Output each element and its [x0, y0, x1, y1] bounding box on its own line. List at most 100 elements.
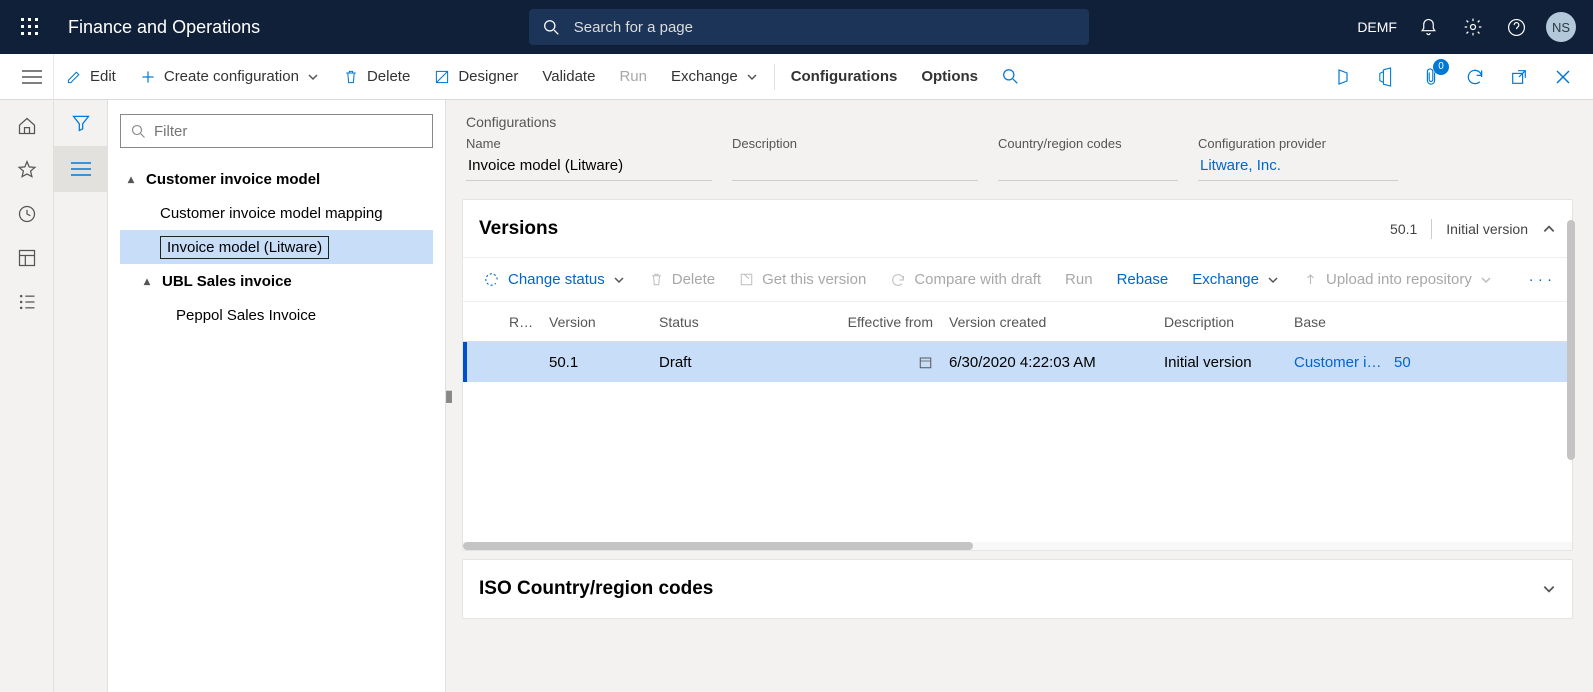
chevron-down-icon	[613, 274, 625, 286]
col-created[interactable]: Version created	[943, 314, 1158, 330]
delete-label: Delete	[367, 68, 410, 85]
create-configuration-button[interactable]: Create configuration	[128, 54, 331, 100]
separator	[1431, 219, 1432, 239]
home-icon[interactable]	[7, 106, 47, 146]
header-fields: Name Invoice model (Litware) Description…	[462, 136, 1573, 191]
avatar-initials: NS	[1546, 12, 1576, 42]
tree-item[interactable]: Peppol Sales Invoice	[120, 298, 433, 332]
description-value[interactable]	[732, 153, 978, 181]
favorite-icon[interactable]	[7, 150, 47, 190]
tree-item[interactable]: ▴UBL Sales invoice	[120, 264, 433, 298]
filter-pane-icon[interactable]	[54, 100, 108, 146]
gear-icon[interactable]	[1453, 7, 1493, 47]
topbar: Finance and Operations DEMF NS	[0, 0, 1593, 54]
rebase-button[interactable]: Rebase	[1107, 260, 1179, 300]
col-re[interactable]: Re...	[503, 314, 543, 330]
refresh-icon[interactable]	[1455, 57, 1495, 97]
country-label: Country/region codes	[998, 136, 1178, 151]
filter-input[interactable]	[154, 123, 422, 140]
country-value[interactable]	[998, 153, 1178, 181]
configurations-tab[interactable]: Configurations	[779, 54, 910, 100]
search-icon	[131, 124, 146, 139]
find-button[interactable]	[990, 54, 1031, 100]
more-icon[interactable]: · · ·	[1519, 271, 1562, 288]
col-version[interactable]: Version	[543, 314, 653, 330]
versions-card: Versions 50.1 Initial version Change sta…	[462, 199, 1573, 551]
tree-panel: ▴Customer invoice modelCustomer invoice …	[108, 100, 446, 692]
designer-button[interactable]: Designer	[422, 54, 530, 100]
table-row[interactable]: 50.1Draft6/30/2020 4:22:03 AMInitial ver…	[463, 342, 1572, 382]
d365-icon[interactable]	[1323, 57, 1363, 97]
versions-title: Versions	[479, 218, 1390, 240]
chevron-up-icon[interactable]	[1542, 222, 1556, 236]
exchange-label: Exchange	[671, 68, 738, 85]
app-launcher-icon[interactable]	[12, 9, 48, 45]
upload-button: Upload into repository	[1293, 260, 1502, 300]
change-status-button[interactable]: Change status	[473, 260, 635, 300]
search-icon	[1002, 68, 1019, 85]
grid-hscrollbar[interactable]	[463, 542, 1572, 550]
body: ▴Customer invoice modelCustomer invoice …	[0, 100, 1593, 692]
designer-label: Designer	[458, 68, 518, 85]
search-box[interactable]	[529, 9, 1089, 45]
version-exchange-button[interactable]: Exchange	[1182, 260, 1289, 300]
tree-item-label: Peppol Sales Invoice	[176, 307, 316, 324]
col-base[interactable]: Base	[1288, 314, 1388, 330]
help-icon[interactable]	[1497, 7, 1537, 47]
col-status[interactable]: Status	[653, 314, 793, 330]
breadcrumb: Configurations	[466, 114, 1569, 130]
tree-item-label: Invoice model (Litware)	[160, 236, 329, 259]
bell-icon[interactable]	[1409, 7, 1449, 47]
grid-header: Re... Version Status Effective from Vers…	[463, 302, 1572, 342]
col-description[interactable]: Description	[1158, 314, 1288, 330]
edit-button[interactable]: Edit	[54, 54, 128, 100]
attachments-icon[interactable]: 0	[1411, 57, 1451, 97]
tree-item[interactable]: ▴Customer invoice model	[120, 162, 433, 196]
options-tab[interactable]: Options	[909, 54, 990, 100]
iso-title: ISO Country/region codes	[479, 578, 1528, 600]
tree-item[interactable]: Invoice model (Litware)	[120, 230, 433, 264]
get-icon	[739, 272, 754, 287]
provider-value[interactable]: Litware, Inc.	[1198, 153, 1398, 181]
attachments-badge: 0	[1433, 59, 1449, 75]
top-right: DEMF NS	[1357, 7, 1581, 47]
provider-label: Configuration provider	[1198, 136, 1398, 151]
exchange-button[interactable]: Exchange	[659, 54, 770, 100]
plus-icon	[140, 69, 156, 85]
hamburger-icon[interactable]	[10, 54, 54, 100]
compare-icon	[890, 272, 906, 288]
cycle-icon	[483, 271, 500, 288]
search-icon	[543, 19, 560, 36]
close-icon[interactable]	[1543, 57, 1583, 97]
chevron-down-icon	[1267, 274, 1279, 286]
validate-button[interactable]: Validate	[530, 54, 607, 100]
iso-header[interactable]: ISO Country/region codes	[463, 560, 1572, 618]
chevron-down-icon	[1480, 274, 1492, 286]
workspace-icon[interactable]	[7, 238, 47, 278]
list-pane-icon[interactable]	[54, 146, 108, 192]
user-avatar[interactable]: NS	[1541, 7, 1581, 47]
recent-icon[interactable]	[7, 194, 47, 234]
iso-card: ISO Country/region codes	[462, 559, 1573, 619]
version-run-button: Run	[1055, 260, 1103, 300]
chevron-down-icon[interactable]	[1542, 582, 1556, 596]
get-version-button: Get this version	[729, 260, 876, 300]
search-input[interactable]	[574, 19, 1075, 36]
modules-icon[interactable]	[7, 282, 47, 322]
app-title: Finance and Operations	[68, 17, 260, 38]
versions-header[interactable]: Versions 50.1 Initial version	[463, 200, 1572, 258]
company-code[interactable]: DEMF	[1357, 19, 1397, 35]
create-label: Create configuration	[164, 68, 299, 85]
office-icon[interactable]	[1367, 57, 1407, 97]
filter-box[interactable]	[120, 114, 433, 148]
delete-button[interactable]: Delete	[331, 54, 422, 100]
side-panel	[54, 100, 108, 692]
vscrollbar[interactable]	[1567, 220, 1575, 460]
col-effective[interactable]: Effective from	[793, 314, 943, 330]
popout-icon[interactable]	[1499, 57, 1539, 97]
action-bar-right: 0	[1323, 57, 1583, 97]
tree-item[interactable]: Customer invoice model mapping	[120, 196, 433, 230]
config-tree: ▴Customer invoice modelCustomer invoice …	[120, 162, 433, 332]
designer-icon	[434, 69, 450, 85]
name-value[interactable]: Invoice model (Litware)	[466, 153, 712, 181]
